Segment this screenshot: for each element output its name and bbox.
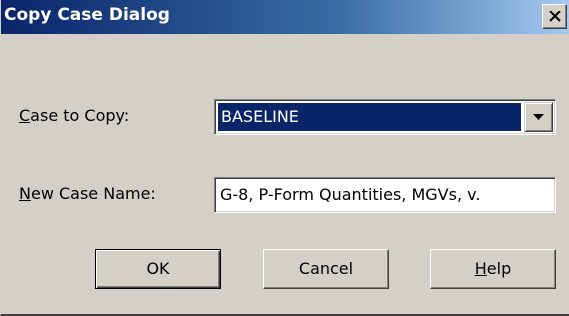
case-to-copy-label: Case to Copy: [19,106,129,125]
cancel-button[interactable]: Cancel [263,249,389,289]
help-button[interactable]: Help [430,249,556,289]
case-to-copy-mnemonic: C [19,106,31,125]
close-icon [549,11,561,22]
dialog-title: Copy Case Dialog [4,5,170,25]
chevron-down-icon [533,114,544,120]
help-label-text: elp [486,259,512,278]
new-case-name-input[interactable]: G-8, P-Form Quantities, MGVs, v. [214,177,556,213]
case-to-copy-label-text: ase to Copy: [30,106,130,125]
title-bar[interactable]: Copy Case Dialog [1,0,569,34]
new-case-name-mnemonic: N [19,184,31,203]
help-mnemonic: H [474,259,487,278]
case-to-copy-selected-value[interactable]: BASELINE [218,103,521,131]
new-case-name-label: New Case Name: [19,184,156,203]
case-to-copy-combobox[interactable]: BASELINE [214,99,556,135]
copy-case-dialog: Copy Case Dialog Case to Copy: BASELINE … [0,0,569,316]
new-case-name-label-text: ew Case Name: [30,184,156,203]
ok-button[interactable]: OK [95,249,221,289]
case-to-copy-dropdown-button[interactable] [524,102,553,132]
close-button[interactable] [542,4,567,29]
